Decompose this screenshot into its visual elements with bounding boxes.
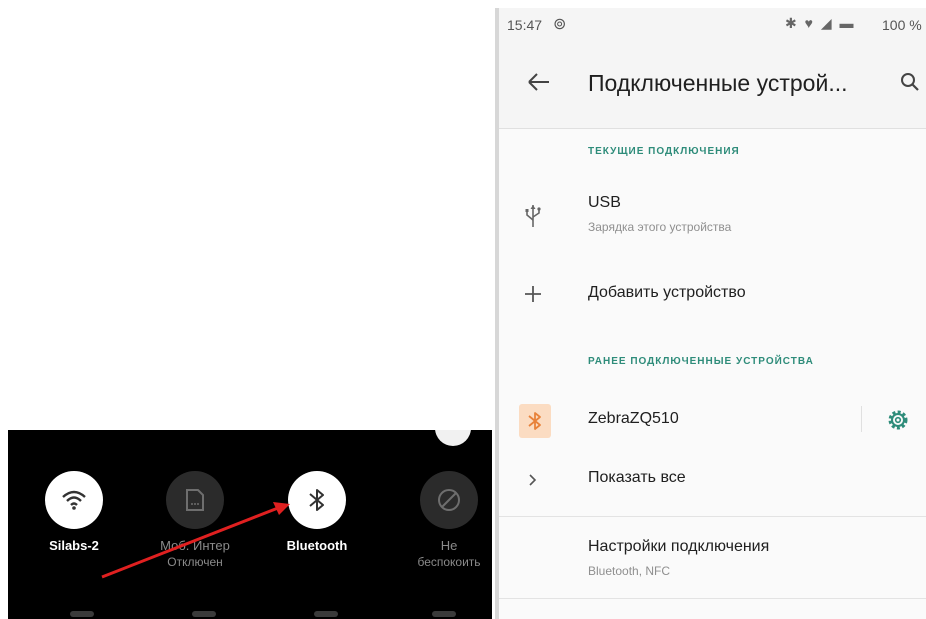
wifi-tile-toggle[interactable] (45, 471, 103, 529)
bluetooth-tile-label: Bluetooth (286, 538, 348, 553)
quick-settings-panel: Silabs-2 Моб. Интер Отключен Bluetooth Н… (8, 430, 492, 619)
section-header-current: ТЕКУЩИЕ ПОДКЛЮЧЕНИЯ (588, 146, 740, 157)
usb-subtitle: Зарядка этого устройства (588, 220, 732, 234)
usb-connection-item[interactable]: USB Зарядка этого устройства (499, 186, 926, 258)
bluetooth-tile[interactable]: Bluetooth (257, 471, 377, 611)
sim-card-icon (186, 489, 204, 511)
panel-handle[interactable] (435, 430, 471, 446)
plus-icon (517, 278, 549, 310)
device-name: ZebraZQ510 (588, 410, 679, 427)
next-tile-row (8, 607, 492, 619)
back-button[interactable] (519, 62, 559, 102)
do-not-disturb-tile-label: Не (440, 538, 458, 553)
chevron-right-icon (517, 464, 549, 496)
wifi-icon (62, 490, 86, 510)
battery-level: 100 % (882, 17, 922, 33)
bluetooth-tile-toggle[interactable] (288, 471, 346, 529)
section-header-previous: РАНЕЕ ПОДКЛЮЧЕННЫЕ УСТРОЙСТВА (588, 356, 814, 367)
signal-icon: ◢ (820, 15, 834, 31)
connected-devices-screen: 15:47 ⊚ ✱ ♥ ◢ ▬ 100 % Подключенные устро… (495, 8, 926, 619)
tile-peek (70, 611, 94, 617)
mobile-data-tile-label: Моб. Интер (160, 538, 230, 553)
do-not-disturb-tile[interactable]: Не беспокоить (389, 471, 492, 611)
bluetooth-icon (309, 489, 324, 511)
wifi-tile[interactable]: Silabs-2 (14, 471, 134, 611)
tile-peek (432, 611, 456, 617)
do-not-disturb-icon (438, 489, 460, 511)
connection-settings-title: Настройки подключения (588, 538, 770, 555)
search-icon[interactable] (896, 64, 926, 100)
connection-settings-item[interactable]: Настройки подключения Bluetooth, NFC (499, 524, 926, 594)
add-device-title: Добавить устройство (588, 284, 746, 301)
status-time: 15:47 (507, 17, 543, 33)
bluetooth-device-icon (519, 404, 551, 438)
connection-settings-subtitle: Bluetooth, NFC (588, 564, 671, 578)
do-not-disturb-tile-status: беспокоить (417, 555, 481, 569)
divider (499, 516, 926, 517)
add-device-item[interactable]: Добавить устройство (499, 270, 926, 318)
wifi-tile-label: Silabs-2 (49, 538, 99, 553)
do-not-disturb-tile-toggle[interactable] (420, 471, 478, 529)
status-bar: 15:47 ⊚ ✱ ♥ ◢ ▬ 100 % (499, 8, 926, 42)
mobile-data-tile[interactable]: Моб. Интер Отключен (135, 471, 255, 611)
gear-icon[interactable] (886, 408, 910, 432)
app-bar: Подключенные устрой... (499, 42, 926, 129)
notification-icon: ⊚ (553, 16, 567, 33)
mobile-data-tile-status: Отключен (167, 555, 223, 569)
item-separator (861, 406, 862, 432)
tile-peek (192, 611, 216, 617)
status-icons: ✱ ♥ ◢ ▬ (785, 15, 856, 32)
wifi-status-icon: ♥ (804, 15, 815, 31)
tile-peek (314, 611, 338, 617)
device-item-zebrazq510[interactable]: ZebraZQ510 (499, 394, 926, 444)
battery-icon: ▬ (839, 15, 856, 31)
mobile-data-tile-toggle[interactable] (166, 471, 224, 529)
usb-icon (517, 200, 549, 232)
bluetooth-status-icon: ✱ (785, 15, 799, 31)
show-all-item[interactable]: Показать все (499, 454, 926, 504)
show-all-title: Показать все (588, 469, 686, 486)
usb-title: USB (588, 194, 621, 211)
page-title: Подключенные устрой... (588, 70, 848, 96)
divider (499, 598, 926, 599)
